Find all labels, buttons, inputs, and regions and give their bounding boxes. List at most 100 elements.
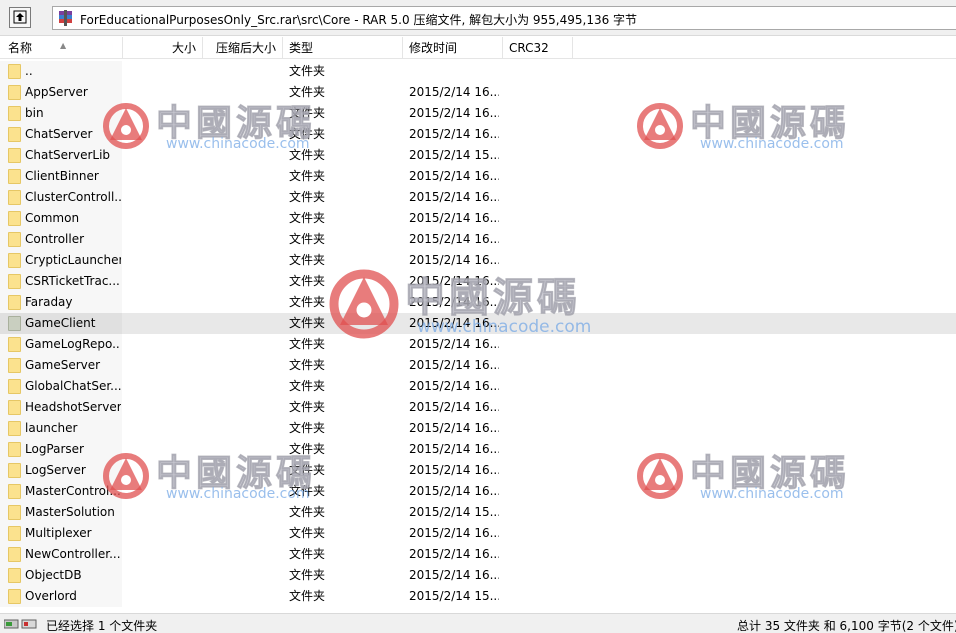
row-modified: 2015/2/14 15... <box>409 148 499 162</box>
row-modified: 2015/2/14 16... <box>409 253 499 267</box>
row-name: bin <box>25 106 44 120</box>
table-row[interactable]: GameServer 文件夹 2015/2/14 16... <box>0 355 956 376</box>
row-name: MasterControl... <box>25 484 121 498</box>
folder-icon <box>8 295 21 310</box>
table-row[interactable]: GlobalChatSer... 文件夹 2015/2/14 16... <box>0 376 956 397</box>
row-modified: 2015/2/14 16... <box>409 274 499 288</box>
table-row[interactable]: ClusterControll... 文件夹 2015/2/14 16... <box>0 187 956 208</box>
table-row[interactable]: Overlord 文件夹 2015/2/14 15... <box>0 586 956 607</box>
table-row[interactable]: ClientBinner 文件夹 2015/2/14 16... <box>0 166 956 187</box>
table-row[interactable]: GameClient 文件夹 2015/2/14 16... <box>0 313 956 334</box>
row-modified: 2015/2/14 16... <box>409 85 499 99</box>
path-bar: ForEducationalPurposesOnly_Src.rar\src\C… <box>0 0 956 36</box>
table-row[interactable]: Common 文件夹 2015/2/14 16... <box>0 208 956 229</box>
column-name[interactable]: 名称 ▲ <box>0 37 123 59</box>
column-header: 名称 ▲ 大小 压缩后大小 类型 修改时间 CRC32 <box>0 37 956 59</box>
folder-icon <box>8 127 21 142</box>
column-name-label: 名称 <box>8 41 33 55</box>
row-type: 文件夹 <box>289 190 326 204</box>
table-row[interactable]: CSRTicketTrac... 文件夹 2015/2/14 16... <box>0 271 956 292</box>
row-type: 文件夹 <box>289 589 326 603</box>
column-modified[interactable]: 修改时间 <box>403 37 503 59</box>
table-row[interactable]: LogServer 文件夹 2015/2/14 16... <box>0 460 956 481</box>
column-crc-label: CRC32 <box>509 41 549 55</box>
row-modified: 2015/2/14 16... <box>409 337 499 351</box>
row-name: GameServer <box>25 358 101 372</box>
table-row[interactable]: MasterControl... 文件夹 2015/2/14 16... <box>0 481 956 502</box>
table-row[interactable]: ChatServerLib 文件夹 2015/2/14 15... <box>0 145 956 166</box>
column-size[interactable]: 大小 <box>123 37 203 59</box>
row-modified: 2015/2/14 16... <box>409 127 499 141</box>
folder-icon <box>8 463 21 478</box>
folder-icon <box>8 64 21 79</box>
folder-icon <box>8 379 21 394</box>
row-modified: 2015/2/14 16... <box>409 421 499 435</box>
row-name: LogParser <box>25 442 84 456</box>
table-row[interactable]: HeadshotServer 文件夹 2015/2/14 16... <box>0 397 956 418</box>
folder-icon <box>8 169 21 184</box>
row-modified: 2015/2/14 16... <box>409 379 499 393</box>
table-row[interactable]: Controller 文件夹 2015/2/14 16... <box>0 229 956 250</box>
table-row[interactable]: ObjectDB 文件夹 2015/2/14 16... <box>0 565 956 586</box>
path-field[interactable]: ForEducationalPurposesOnly_Src.rar\src\C… <box>52 6 956 30</box>
row-type: 文件夹 <box>289 295 326 309</box>
row-name: GameLogRepo... <box>25 337 121 351</box>
up-folder-button[interactable] <box>9 7 31 28</box>
row-type: 文件夹 <box>289 568 326 582</box>
selection-status: 已经选择 1 个文件夹 <box>46 619 158 633</box>
folder-icon <box>8 442 21 457</box>
folder-icon <box>8 148 21 163</box>
folder-icon <box>8 211 21 226</box>
table-row[interactable]: launcher 文件夹 2015/2/14 16... <box>0 418 956 439</box>
table-row[interactable]: CrypticLauncher 文件夹 2015/2/14 16... <box>0 250 956 271</box>
row-name: Common <box>25 211 80 225</box>
row-modified: 2015/2/14 16... <box>409 316 499 330</box>
table-row[interactable]: Multiplexer 文件夹 2015/2/14 16... <box>0 523 956 544</box>
folder-icon <box>8 421 21 436</box>
table-row[interactable]: ChatServer 文件夹 2015/2/14 16... <box>0 124 956 145</box>
column-packed-size[interactable]: 压缩后大小 <box>203 37 283 59</box>
table-row[interactable]: NewController... 文件夹 2015/2/14 16... <box>0 544 956 565</box>
folder-icon <box>8 106 21 121</box>
row-modified: 2015/2/14 16... <box>409 463 499 477</box>
table-row[interactable]: bin 文件夹 2015/2/14 16... <box>0 103 956 124</box>
row-type: 文件夹 <box>289 505 326 519</box>
file-list[interactable]: .. 文件夹 AppServer 文件夹 2015/2/14 16... bin 文件夹 20… <box>0 61 956 608</box>
table-row[interactable]: Faraday 文件夹 2015/2/14 16... <box>0 292 956 313</box>
row-name: .. <box>25 64 33 78</box>
folder-icon <box>8 85 21 100</box>
total-status: 总计 35 文件夹 和 6,100 字节(2 个文件) <box>737 619 956 633</box>
row-name: Multiplexer <box>25 526 92 540</box>
table-row[interactable]: AppServer 文件夹 2015/2/14 16... <box>0 82 956 103</box>
row-name: CSRTicketTrac... <box>25 274 120 288</box>
column-type[interactable]: 类型 <box>283 37 403 59</box>
row-name: NewController... <box>25 547 121 561</box>
up-arrow-icon <box>13 10 27 24</box>
row-modified: 2015/2/14 16... <box>409 169 499 183</box>
row-type: 文件夹 <box>289 379 326 393</box>
row-type: 文件夹 <box>289 421 326 435</box>
table-row[interactable]: LogParser 文件夹 2015/2/14 16... <box>0 439 956 460</box>
row-type: 文件夹 <box>289 232 326 246</box>
row-modified: 2015/2/14 16... <box>409 358 499 372</box>
table-row[interactable]: GameLogRepo... 文件夹 2015/2/14 16... <box>0 334 956 355</box>
row-modified: 2015/2/14 16... <box>409 232 499 246</box>
row-modified: 2015/2/14 16... <box>409 211 499 225</box>
folder-icon <box>8 400 21 415</box>
drive-status-icon <box>4 619 37 629</box>
row-name: MasterSolution <box>25 505 115 519</box>
row-type: 文件夹 <box>289 106 326 120</box>
row-modified: 2015/2/14 16... <box>409 568 499 582</box>
row-modified: 2015/2/14 16... <box>409 442 499 456</box>
parent-folder-row[interactable]: .. 文件夹 <box>0 61 956 82</box>
rar-archive-icon <box>59 10 72 26</box>
folder-icon <box>8 316 21 331</box>
table-row[interactable]: MasterSolution 文件夹 2015/2/14 15... <box>0 502 956 523</box>
row-name: ClusterControll... <box>25 190 121 204</box>
column-crc32[interactable]: CRC32 <box>503 37 573 59</box>
row-type: 文件夹 <box>289 526 326 540</box>
row-modified: 2015/2/14 16... <box>409 526 499 540</box>
row-name: AppServer <box>25 85 88 99</box>
row-type: 文件夹 <box>289 400 326 414</box>
status-bar: 已经选择 1 个文件夹 总计 35 文件夹 和 6,100 字节(2 个文件) <box>0 613 956 633</box>
